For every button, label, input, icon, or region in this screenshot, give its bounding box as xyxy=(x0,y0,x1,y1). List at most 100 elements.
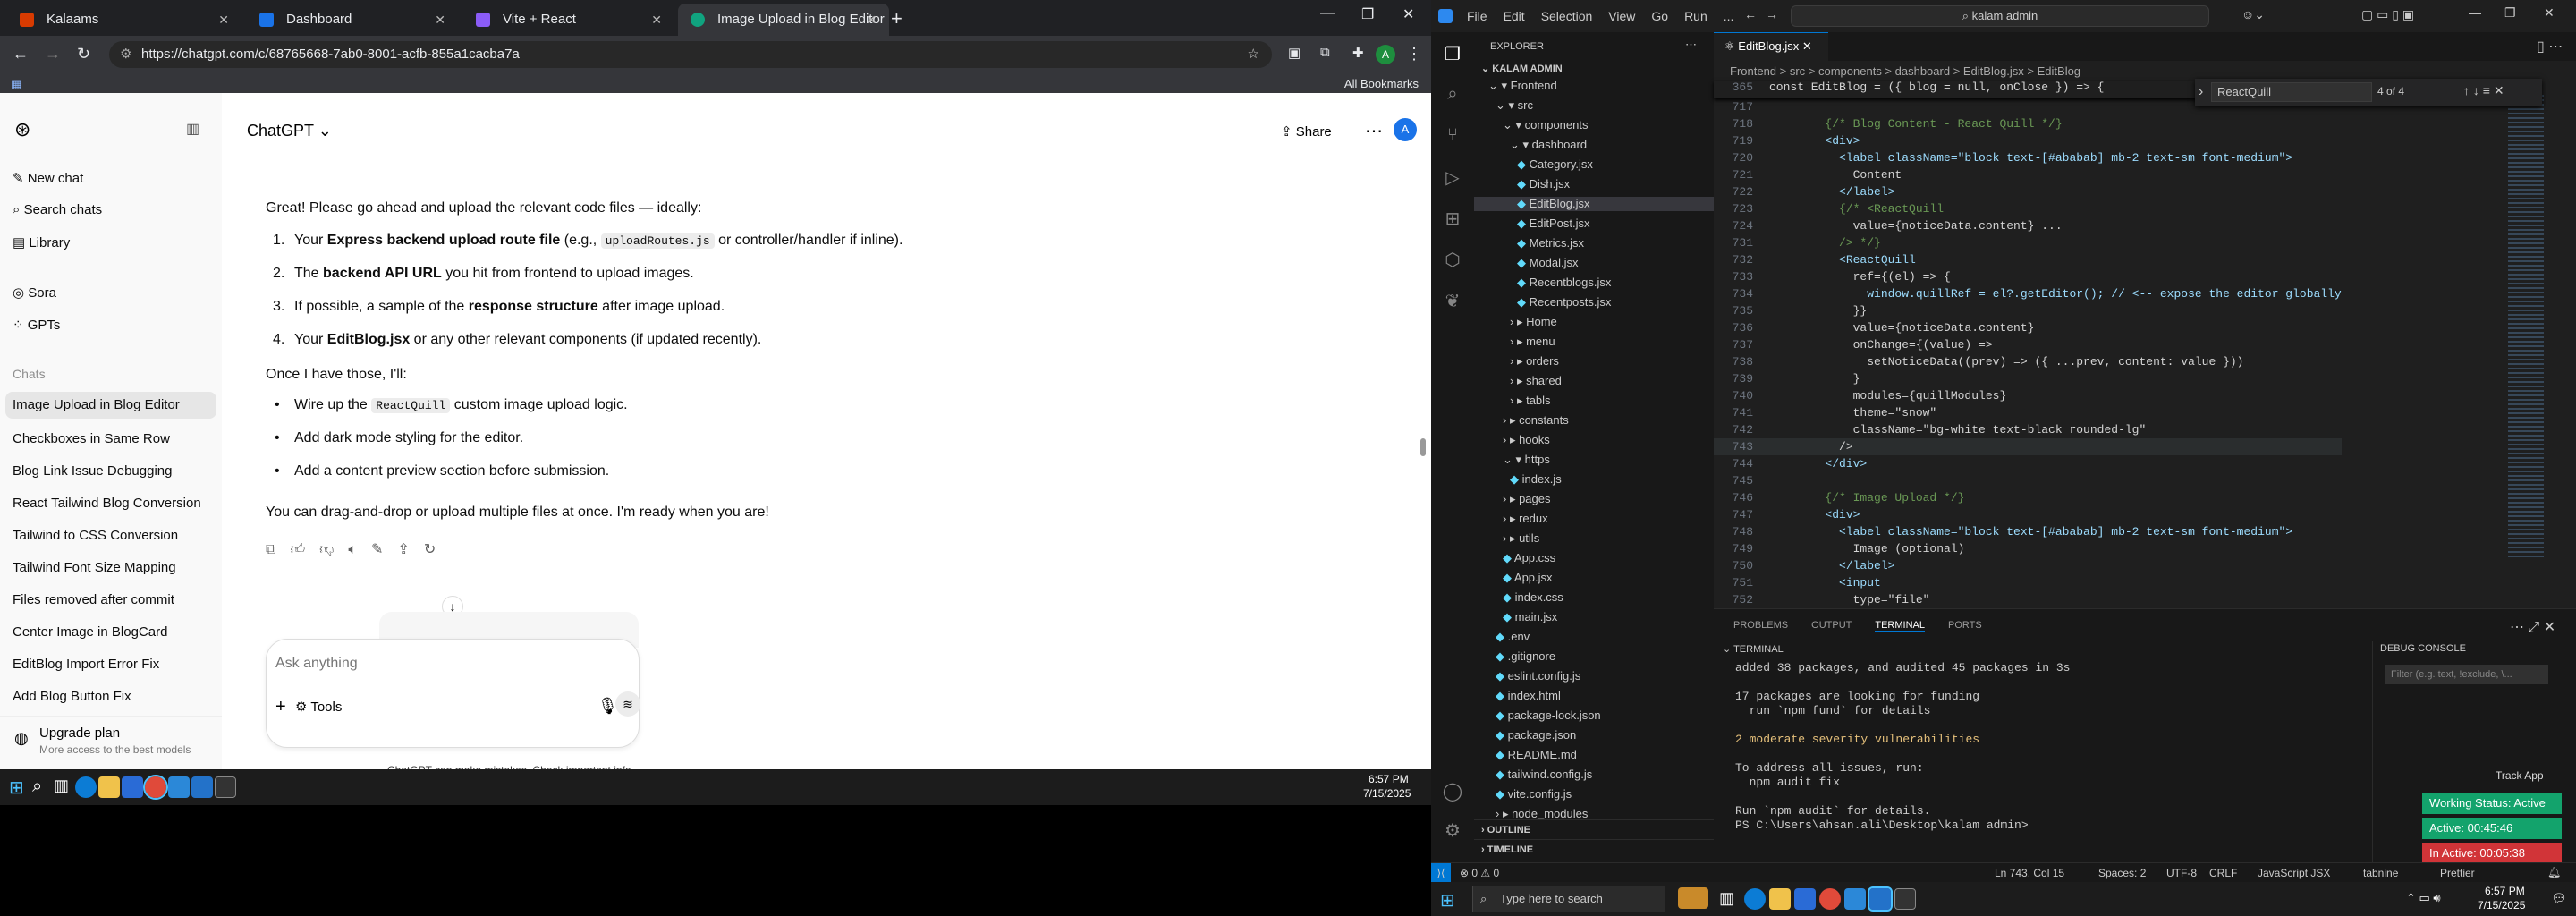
apps-icon[interactable]: ▦ xyxy=(11,77,21,91)
tab-vite-react[interactable]: Vite + React ✕ xyxy=(463,4,674,36)
vpn-icon[interactable] xyxy=(168,776,190,798)
user-avatar[interactable]: A xyxy=(1394,118,1417,141)
layout-icons[interactable]: ▢ ▭ ▯ ▣ xyxy=(2361,7,2414,22)
folder-item[interactable]: ⌄ ▾ dashboard xyxy=(1510,138,1587,152)
chat-scrollbar[interactable] xyxy=(1420,438,1426,456)
file-item[interactable]: ◆ App.jsx xyxy=(1503,571,1553,585)
file-item[interactable]: ◆ main.jsx xyxy=(1503,610,1557,624)
chat-item[interactable]: React Tailwind Blog Conversion xyxy=(13,496,201,511)
notification-center-icon[interactable]: 💬︎ xyxy=(2551,891,2567,906)
nav-sora[interactable]: ◎ Sora xyxy=(13,284,56,301)
folder-item[interactable]: › ▸ pages xyxy=(1503,492,1551,506)
tab-terminal[interactable]: TERMINAL xyxy=(1875,620,1925,632)
language-mode[interactable]: JavaScript JSX xyxy=(2258,867,2330,879)
tab-dashboard[interactable]: Dashboard ✕ xyxy=(247,4,458,36)
edit-icon[interactable]: ✎ xyxy=(371,542,397,557)
menu-edit[interactable]: Edit xyxy=(1504,9,1525,23)
file-item[interactable]: ◆ .env xyxy=(1496,630,1530,644)
tab-kalaams[interactable]: Kalaams ✕ xyxy=(7,4,242,36)
site-info-icon[interactable]: ⚙ xyxy=(120,41,131,68)
panel-actions-icon[interactable]: ⋯ ⤢ ✕ xyxy=(2510,618,2555,636)
file-item[interactable]: ◆ App.css xyxy=(1503,551,1555,565)
file-item[interactable]: ◆ EditPost.jsx xyxy=(1517,216,1590,231)
thumbs-up-icon[interactable]: 👍︎ xyxy=(290,542,319,557)
breadcrumb[interactable]: Frontend > src > components > dashboard … xyxy=(1730,64,2080,78)
chat-item[interactable]: Files removed after commit xyxy=(13,592,174,607)
chat-item[interactable]: Center Image in BlogCard xyxy=(13,624,167,640)
folder-item[interactable]: › ▸ constants xyxy=(1503,413,1569,428)
encoding[interactable]: UTF-8 xyxy=(2166,867,2197,879)
files-icon[interactable]: ❐ xyxy=(1442,43,1463,64)
file-explorer-icon[interactable] xyxy=(98,776,120,798)
close-icon[interactable]: ✕ xyxy=(435,4,445,36)
file-item[interactable]: ◆ index.html xyxy=(1496,689,1561,703)
folder-item[interactable]: › ▸ menu xyxy=(1510,335,1555,349)
file-item[interactable]: ◆ Dish.jsx xyxy=(1517,177,1570,191)
folder-item[interactable]: › ▸ hooks xyxy=(1503,433,1550,447)
terminal-section[interactable]: ⌄ TERMINAL xyxy=(1723,643,1784,655)
close-window-icon[interactable]: ✕ xyxy=(2544,5,2555,21)
kebab-menu-icon[interactable]: ⋮ xyxy=(1406,45,1422,64)
share-icon[interactable]: ⇪ xyxy=(397,542,423,557)
file-item[interactable]: ◆ tailwind.config.js xyxy=(1496,768,1592,782)
file-item[interactable]: ◆ package-lock.json xyxy=(1496,708,1601,723)
tab-ports[interactable]: PORTS xyxy=(1948,620,1982,632)
chrome-icon[interactable] xyxy=(1819,888,1841,910)
toggle-replace-icon[interactable]: › xyxy=(2199,84,2203,100)
folder-item[interactable]: ⌄ ▾ Frontend xyxy=(1488,79,1557,93)
menu-go[interactable]: Go xyxy=(1651,9,1668,23)
sidepanel-icon[interactable]: ⧉ xyxy=(1320,45,1330,60)
openai-logo-icon[interactable]: ⊛ xyxy=(14,118,30,141)
new-tab-button[interactable]: + xyxy=(891,7,902,30)
indentation[interactable]: Spaces: 2 xyxy=(2098,867,2146,879)
minimize-icon[interactable]: — xyxy=(2469,5,2481,20)
vscode-icon[interactable] xyxy=(1868,886,1893,912)
forward-icon[interactable]: → xyxy=(45,45,61,64)
file-item[interactable]: ◆ index.css xyxy=(1503,590,1563,605)
file-item[interactable]: ◆ Metrics.jsx xyxy=(1517,236,1584,250)
copilot-icon[interactable]: ☺⌄ xyxy=(2241,7,2265,22)
chat-item[interactable]: Tailwind Font Size Mapping xyxy=(13,560,176,575)
folder-item[interactable]: ⌄ ▾ https xyxy=(1503,453,1550,467)
reload-icon[interactable]: ↻ xyxy=(77,45,90,64)
file-explorer-icon[interactable] xyxy=(1769,888,1791,910)
store-icon[interactable] xyxy=(1794,888,1816,910)
cursor-position[interactable]: Ln 743, Col 15 xyxy=(1995,867,2064,879)
file-item[interactable]: ◆ package.json xyxy=(1496,728,1576,742)
menu-selection[interactable]: Selection xyxy=(1541,9,1593,23)
command-center[interactable]: ⌕ kalam admin xyxy=(1791,5,2209,27)
profile-avatar[interactable]: A xyxy=(1376,45,1395,64)
workspace-root[interactable]: ⌄ KALAM ADMIN xyxy=(1481,63,1563,74)
minimize-icon[interactable]: — xyxy=(1320,5,1335,21)
nav-search-chats[interactable]: ⌕ Search chats xyxy=(13,202,102,217)
search-icon[interactable]: ⌕ xyxy=(32,776,42,797)
url-field[interactable]: ⚙ https://chatgpt.com/c/68765668-7ab0-80… xyxy=(109,41,1272,68)
maximize-icon[interactable]: ❐ xyxy=(1361,5,1374,23)
debug-filter-input[interactable]: Filter (e.g. text, !exclude, \... xyxy=(2385,665,2548,684)
folder-item[interactable]: › ▸ Home xyxy=(1510,315,1557,329)
terminal-icon[interactable] xyxy=(1894,888,1916,910)
folder-item[interactable]: › ▸ redux xyxy=(1503,512,1548,526)
account-icon[interactable]: ◯ xyxy=(1442,780,1463,802)
chat-item[interactable]: Image Upload in Blog Editor xyxy=(5,392,216,419)
tab-problems[interactable]: PROBLEMS xyxy=(1733,620,1788,632)
file-item[interactable]: ◆ Category.jsx xyxy=(1517,157,1593,172)
back-icon[interactable]: ← xyxy=(13,45,29,64)
store-icon[interactable] xyxy=(122,776,143,798)
model-selector[interactable]: ChatGPT ⌄ xyxy=(247,122,332,140)
folder-item[interactable]: › ▸ tabls xyxy=(1510,394,1551,408)
puzzle-icon[interactable]: ✚ xyxy=(1352,45,1364,61)
file-item[interactable]: ◆ Recentposts.jsx xyxy=(1517,295,1611,310)
chat-item[interactable]: Tailwind to CSS Conversion xyxy=(13,528,178,543)
extension-icon[interactable]: ▣ xyxy=(1288,45,1301,61)
more-actions-icon[interactable]: ⋯ xyxy=(1685,38,1697,52)
prettier-status[interactable]: Prettier xyxy=(2440,867,2475,879)
task-view-icon[interactable]: ▥ xyxy=(54,776,69,795)
widget-icon[interactable] xyxy=(1678,887,1708,909)
folder-item[interactable]: › ▸ orders xyxy=(1510,354,1559,369)
minimap[interactable] xyxy=(2508,95,2562,560)
file-item[interactable]: ◆ Recentblogs.jsx xyxy=(1517,276,1611,290)
file-item[interactable]: ◆ EditBlog.jsx xyxy=(1474,197,1714,211)
menu-run[interactable]: Run xyxy=(1684,9,1707,23)
more-options-icon[interactable]: ⋯ xyxy=(1365,120,1383,142)
